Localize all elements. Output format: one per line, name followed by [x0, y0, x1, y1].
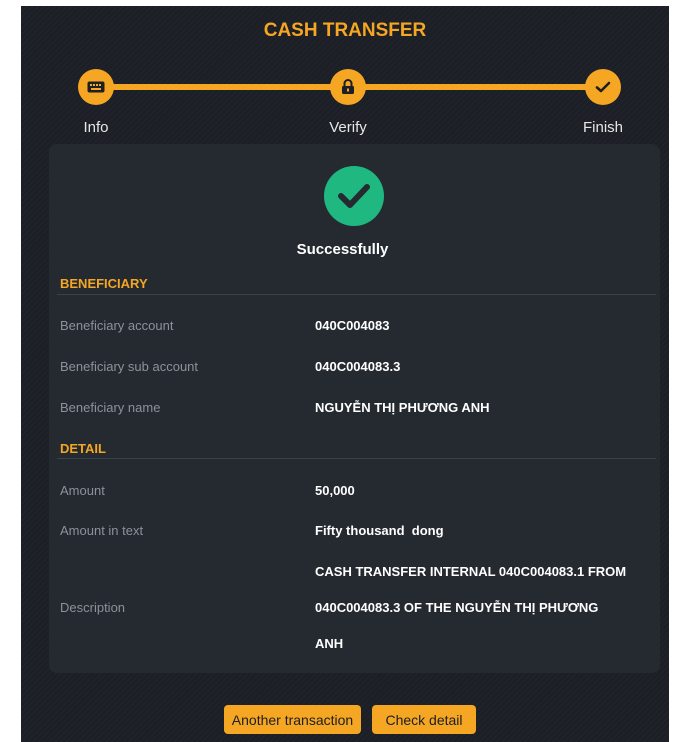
beneficiary-sub-account-label: Beneficiary sub account — [60, 359, 199, 374]
page-title: CASH TRANSFER — [263, 20, 427, 41]
check-icon — [595, 80, 611, 94]
another-transaction-button[interactable]: Another transaction — [224, 705, 361, 734]
check-detail-button[interactable]: Check detail — [372, 705, 476, 734]
beneficiary-name-value: NGUYỄN THỊ PHƯƠNG ANH — [315, 400, 490, 415]
detail-heading: DETAIL — [60, 441, 106, 456]
step-info — [78, 69, 114, 105]
beneficiary-heading: BENEFICIARY — [60, 276, 148, 291]
divider — [57, 294, 656, 295]
beneficiary-account-label: Beneficiary account — [60, 318, 174, 333]
description-line-3: ANH — [315, 636, 344, 651]
status-text: Successfully — [296, 241, 389, 258]
step-finish — [585, 69, 621, 105]
amount-in-text-value: Fifty thousand dong — [315, 523, 444, 538]
beneficiary-account-value: 040C004083 — [315, 318, 390, 333]
step-label-verify: Verify — [329, 119, 367, 136]
lock-icon — [341, 79, 355, 95]
amount-in-text-label: Amount in text — [60, 523, 144, 538]
description-label: Description — [60, 600, 126, 615]
divider — [57, 458, 656, 459]
amount-value: 50,000 — [315, 483, 355, 498]
success-check-icon — [324, 166, 384, 226]
amount-label: Amount — [60, 483, 105, 498]
beneficiary-sub-account-value: 040C004083.3 — [315, 359, 401, 374]
description-line-2: 040C004083.3 OF THE NGUYỄN THỊ PHƯƠNG — [315, 600, 599, 615]
description-line-1: CASH TRANSFER INTERNAL 040C004083.1 FROM — [315, 564, 627, 579]
step-label-info: Info — [83, 119, 109, 136]
step-label-finish: Finish — [582, 119, 623, 136]
beneficiary-name-label: Beneficiary name — [60, 400, 161, 415]
step-verify — [330, 69, 366, 105]
keyboard-icon — [87, 81, 105, 93]
